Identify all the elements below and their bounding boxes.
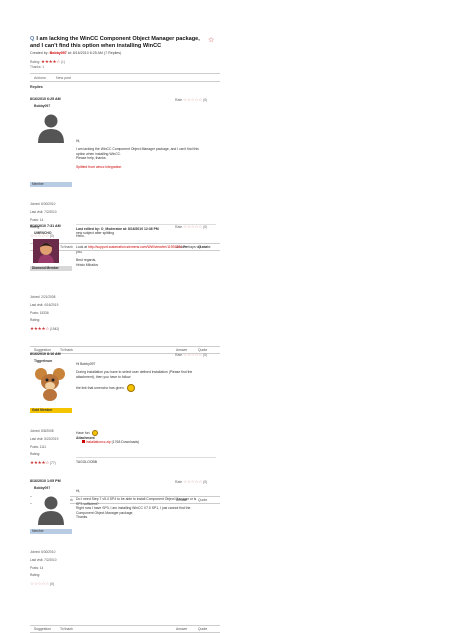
thread-rating: Rating: ★★★★☆ (1) Thanks: 1	[30, 59, 65, 69]
user-avatar-icon	[33, 239, 59, 263]
default-avatar-icon	[32, 493, 70, 525]
thread-title: QI am lacking the WinCC Component Object…	[30, 36, 200, 49]
thank-button[interactable]: To thank	[60, 348, 73, 352]
member-badge: Member	[30, 182, 72, 187]
post-username[interactable]: UMENCHO	[34, 231, 52, 235]
signature: TAGGLOOBB	[76, 460, 98, 464]
post-body: Hi, I am lacking the WinCC Component Obj…	[76, 139, 199, 169]
gold-member-badge: Gold Member	[30, 408, 72, 413]
post-username[interactable]: Tiggerleum	[34, 359, 52, 363]
replies-heading: Replies	[30, 85, 43, 89]
smiley-icon	[126, 384, 135, 393]
cartoon-mouse-avatar-icon	[33, 366, 67, 402]
thank-button[interactable]: To thank	[60, 627, 73, 631]
post-body: Hi, Do I need Step 7 v5.4 SP4 to be able…	[76, 489, 197, 520]
post-date: 8/16/2010 6:25 AM	[30, 97, 61, 101]
diamond-member-badge: Diamond Member	[30, 266, 72, 271]
post-date: 8/16/2010 8:16 AM	[30, 352, 61, 356]
post-rate[interactable]: Rate ☆☆☆☆☆ (0)	[175, 97, 207, 103]
support-link[interactable]: http://support.automation.siemens.com/WW…	[88, 245, 182, 249]
zip-file-icon	[82, 440, 85, 444]
default-avatar-icon	[32, 111, 70, 143]
post-rate[interactable]: Rate ☆☆☆☆☆ (0)	[175, 352, 207, 358]
new-post-link[interactable]: New post	[56, 76, 71, 80]
actions-menu[interactable]: Actions	[34, 76, 46, 80]
thread-meta: Created by: Bobby097 at: 8/16/2010 6:25 …	[30, 51, 122, 55]
post-username[interactable]: Bobby097	[34, 486, 50, 490]
split-from-link[interactable]: Splitted from wincc integration.	[76, 165, 122, 169]
post-username[interactable]: Bobby097	[34, 104, 50, 108]
thread-rating-stars[interactable]: ★★★★☆	[41, 59, 60, 64]
post-date: 8/16/2010 7:31 AM	[30, 224, 61, 228]
post-rate[interactable]: Rate ☆☆☆☆☆ (0)	[175, 224, 207, 230]
thread-author-link[interactable]: Bobby097	[50, 51, 67, 55]
question-icon: Q	[30, 36, 35, 42]
signature-separator	[76, 457, 216, 458]
thank-button[interactable]: To thank	[60, 245, 73, 249]
user-stats: Joined: 6/30/2010 Last visit: 7/2/2010 P…	[30, 550, 57, 587]
attachment-link[interactable]: installationcc.zip	[86, 440, 111, 444]
thread-actions-bar: Actions New post	[30, 73, 220, 82]
user-stats: Joined: 2/21/2008 Last visit: 4/16/2019 …	[30, 295, 60, 332]
post-date: 8/16/2010 1:05 PM	[30, 479, 61, 483]
post-footer: Have fun Attachment installationcc.zip (…	[76, 430, 140, 445]
post-body: Hi Bobby097 During installation you have…	[76, 362, 216, 393]
favorite-star-icon[interactable]: ☆	[208, 36, 214, 44]
thread-thanks: Thanks: 1	[30, 65, 44, 69]
answer-button[interactable]: Answer	[176, 627, 187, 631]
post-body: Hello, Look at http://support.automation…	[76, 234, 211, 267]
suggestion-button[interactable]: Suggestion	[34, 627, 51, 631]
user-stats: Joined: 8/8/2008 Last visit: 5/22/2019 P…	[30, 429, 59, 466]
post-rate[interactable]: Rate ☆☆☆☆☆ (0)	[175, 479, 207, 485]
member-badge: Member	[30, 529, 72, 534]
quote-button[interactable]: Quote	[198, 627, 207, 631]
